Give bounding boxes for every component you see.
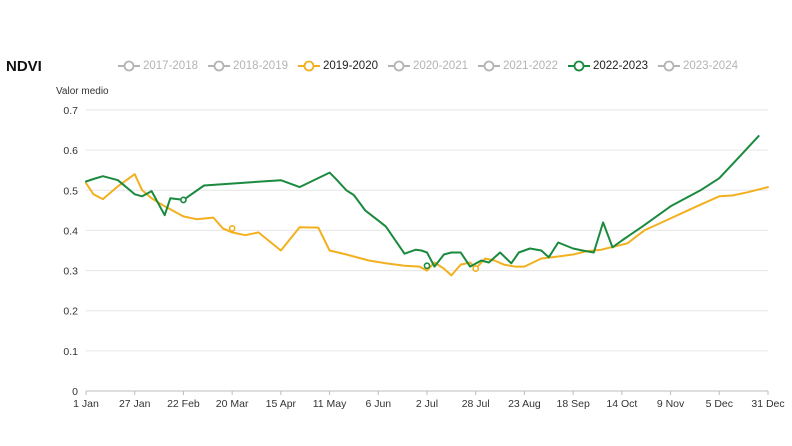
y-tick-label: 0 [72,386,78,398]
series-line-2022-2023 [85,135,760,268]
y-tick-label: 0.5 [63,185,78,197]
series-line-2019-2020 [85,173,769,277]
x-tick-label: 31 Dec [751,398,784,410]
ndvi-line-chart: 0 0.1 0.2 0.3 0.4 0.5 0.6 0.7 1 Jan 27 Jan 22 Feb 2… [63,105,784,410]
y-tick-label: 0.6 [63,145,78,157]
data-point-marker [228,225,236,232]
x-tick-label: 1 Jan [73,398,99,410]
x-tick-label: 28 Jul [462,398,490,410]
data-point-marker [472,265,480,272]
x-tick-label: 9 Nov [657,398,685,410]
x-tick-label: 2 Jul [416,398,438,410]
y-tick-label: 0.4 [63,225,78,237]
y-tick-label: 0.1 [63,346,78,358]
y-tick-label: 0.2 [63,306,78,318]
y-tick-label: 0.3 [63,266,78,278]
x-tick-label: 20 Mar [216,398,249,410]
x-tick-label: 5 Dec [706,398,733,410]
data-point-marker [423,262,431,270]
x-tick-label: 6 Jun [365,398,391,410]
x-tick-label: 18 Sep [557,398,590,410]
x-tick-label: 23 Aug [508,398,541,410]
x-tick-label: 27 Jan [119,398,151,410]
y-tick-label: 0.7 [63,105,78,117]
x-tick-label: 15 Apr [266,398,297,410]
x-tick-label: 14 Oct [606,398,637,410]
data-point-marker [180,196,187,204]
x-tick-label: 11 May [313,398,347,410]
x-tick-label: 22 Feb [167,398,200,410]
